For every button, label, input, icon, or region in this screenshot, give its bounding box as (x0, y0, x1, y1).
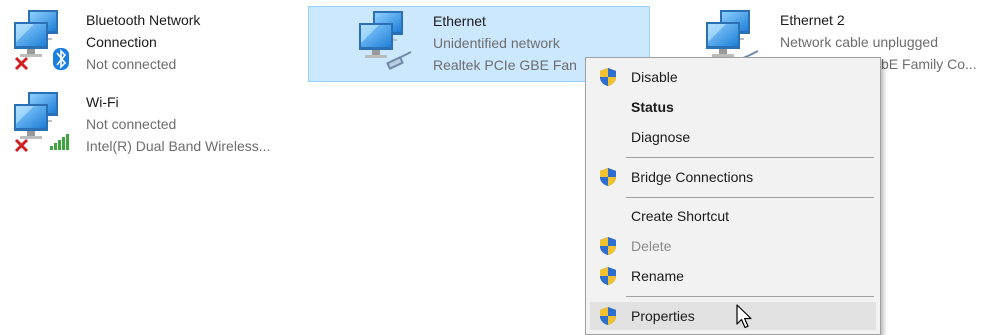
menu-separator (626, 157, 874, 158)
ethernet-plug-icon (385, 51, 412, 72)
menu-item-status[interactable]: Status (590, 93, 876, 121)
menu-item-delete: Delete (590, 232, 876, 260)
menu-separator (626, 296, 874, 297)
network-connections-window: Bluetooth Network Connection Not connect… (0, 0, 990, 335)
red-x-icon (14, 56, 29, 71)
connection-name-line1: Bluetooth Network (86, 12, 201, 28)
network-computers-wifi-icon (14, 92, 69, 153)
menu-item-label: Status (631, 99, 674, 115)
connection-adapter: bE Family Co... (881, 56, 977, 72)
menu-item-diagnose[interactable]: Diagnose (590, 123, 876, 151)
menu-item-rename[interactable]: Rename (590, 262, 876, 290)
menu-item-label: Diagnose (631, 129, 691, 145)
menu-item-label: Create Shortcut (631, 208, 730, 224)
menu-item-disable[interactable]: Disable (590, 63, 876, 91)
network-computers-ethernet-icon (359, 11, 412, 72)
connection-adapter: Intel(R) Dual Band Wireless... (86, 138, 271, 154)
connection-status: Not connected (86, 56, 177, 72)
wifi-signal-bars-icon (50, 134, 69, 150)
connection-adapter: Realtek PCIe GBE Fan (433, 57, 577, 73)
menu-item-label: Bridge Connections (631, 169, 754, 185)
uac-shield-icon (600, 68, 616, 86)
uac-shield-icon (600, 237, 616, 255)
connection-name: Ethernet 2 (780, 12, 845, 28)
connection-name-line2: Connection (86, 34, 157, 50)
connection-name: Wi-Fi (86, 94, 119, 110)
red-x-icon (14, 138, 29, 153)
uac-shield-icon (600, 168, 616, 186)
connection-status: Network cable unplugged (780, 34, 938, 50)
connection-wifi[interactable]: Wi-Fi Not connected Intel(R) Dual Band W… (8, 88, 288, 164)
uac-shield-icon (600, 307, 616, 325)
bluetooth-icon (53, 48, 69, 70)
connection-status: Not connected (86, 116, 177, 132)
menu-item-bridge-connections[interactable]: Bridge Connections (590, 163, 876, 191)
menu-item-label: Disable (631, 69, 678, 85)
uac-shield-icon (600, 267, 616, 285)
menu-item-label: Delete (631, 238, 672, 254)
connection-name: Ethernet (433, 13, 486, 29)
menu-item-label: Properties (631, 308, 695, 324)
menu-item-create-shortcut[interactable]: Create Shortcut (590, 202, 876, 230)
mouse-pointer-icon (736, 304, 752, 329)
menu-item-label: Rename (631, 268, 684, 284)
connection-bluetooth[interactable]: Bluetooth Network Connection Not connect… (8, 6, 288, 82)
context-menu: Disable Status Diagnose Bridge Connectio… (585, 57, 881, 335)
menu-item-properties[interactable]: Properties (590, 302, 876, 330)
menu-separator (626, 197, 874, 198)
network-computers-bluetooth-icon (14, 10, 69, 71)
connection-status: Unidentified network (433, 35, 560, 51)
